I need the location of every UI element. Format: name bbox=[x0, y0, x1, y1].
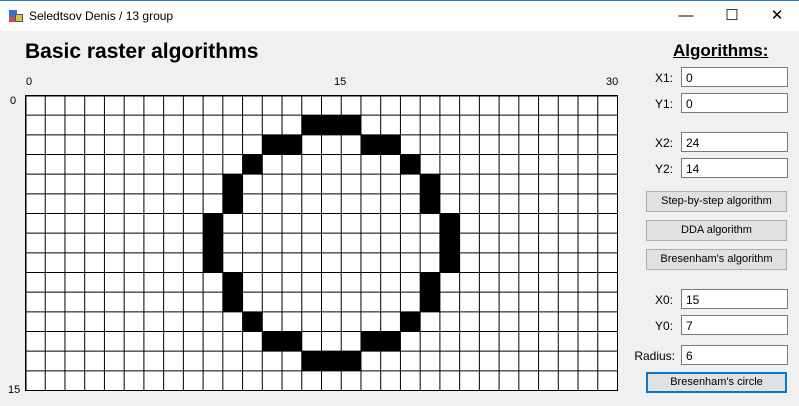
y1-label: Y1: bbox=[654, 97, 673, 111]
filled-pixel bbox=[360, 331, 381, 352]
filled-pixel bbox=[439, 252, 460, 273]
bresenham-circle-button[interactable]: Bresenham's circle bbox=[646, 372, 787, 393]
filled-pixel bbox=[242, 154, 263, 175]
filled-pixel bbox=[341, 115, 361, 135]
filled-pixel bbox=[341, 351, 361, 371]
radius-label: Radius: bbox=[634, 349, 675, 363]
y0-input[interactable]: 7 bbox=[681, 315, 788, 335]
filled-pixel bbox=[262, 331, 283, 352]
maximize-button[interactable]: ☐ bbox=[709, 1, 755, 31]
y0-label: Y0: bbox=[654, 319, 673, 333]
filled-pixel bbox=[203, 252, 223, 273]
page-title: Basic raster algorithms bbox=[25, 40, 259, 63]
y-tick-0: 0 bbox=[10, 95, 17, 107]
x-tick-0: 0 bbox=[26, 76, 33, 88]
filled-pixel bbox=[420, 272, 440, 293]
filled-pixel bbox=[420, 174, 440, 194]
filled-pixel bbox=[203, 233, 223, 253]
y2-input[interactable]: 14 bbox=[681, 158, 788, 178]
y1-input[interactable]: 0 bbox=[681, 93, 788, 113]
filled-pixel bbox=[420, 292, 440, 312]
filled-pixel bbox=[301, 351, 322, 371]
filled-pixel bbox=[321, 115, 342, 135]
step-by-step-button[interactable]: Step-by-step algorithm bbox=[646, 191, 787, 212]
y-tick-15: 15 bbox=[8, 384, 21, 396]
close-button[interactable]: ✕ bbox=[754, 1, 799, 31]
y2-label: Y2: bbox=[654, 162, 673, 176]
filled-pixel bbox=[439, 233, 460, 253]
dda-button[interactable]: DDA algorithm bbox=[646, 220, 787, 241]
filled-pixel bbox=[360, 134, 381, 155]
filled-pixel bbox=[439, 213, 460, 234]
algorithms-title: Algorithms: bbox=[673, 41, 769, 60]
filled-pixel bbox=[400, 154, 421, 175]
filled-pixel bbox=[262, 134, 283, 155]
x0-label: X0: bbox=[654, 293, 673, 307]
filled-pixel bbox=[242, 311, 263, 332]
bresenham-line-button[interactable]: Bresenham's algorithm bbox=[646, 249, 787, 270]
x0-input[interactable]: 15 bbox=[681, 289, 788, 309]
title-bar: Seledtsov Denis / 13 group — ☐ ✕ bbox=[0, 0, 799, 31]
x1-input[interactable]: 0 bbox=[681, 67, 788, 87]
filled-pixel bbox=[321, 351, 342, 371]
minimize-button[interactable]: — bbox=[663, 1, 709, 31]
filled-pixel bbox=[400, 311, 421, 332]
x-tick-15: 15 bbox=[334, 76, 347, 88]
filled-pixel bbox=[222, 272, 243, 293]
filled-pixel bbox=[222, 292, 243, 312]
app-icon bbox=[9, 10, 23, 22]
filled-pixel bbox=[203, 213, 223, 234]
filled-pixel bbox=[301, 115, 322, 135]
filled-pixel bbox=[282, 134, 302, 155]
filled-pixel bbox=[222, 193, 243, 214]
radius-input[interactable]: 6 bbox=[681, 345, 788, 365]
x2-label: X2: bbox=[654, 136, 673, 150]
filled-pixel bbox=[380, 331, 401, 352]
filled-pixel bbox=[380, 134, 401, 155]
filled-pixel bbox=[420, 193, 440, 214]
raster-grid-svg bbox=[25, 95, 618, 391]
window-title: Seledtsov Denis / 13 group bbox=[29, 9, 174, 23]
raster-grid[interactable] bbox=[25, 95, 618, 391]
filled-pixel bbox=[222, 174, 243, 194]
x1-label: X1: bbox=[654, 71, 673, 85]
filled-pixel bbox=[282, 331, 302, 352]
x2-input[interactable]: 24 bbox=[681, 132, 788, 152]
